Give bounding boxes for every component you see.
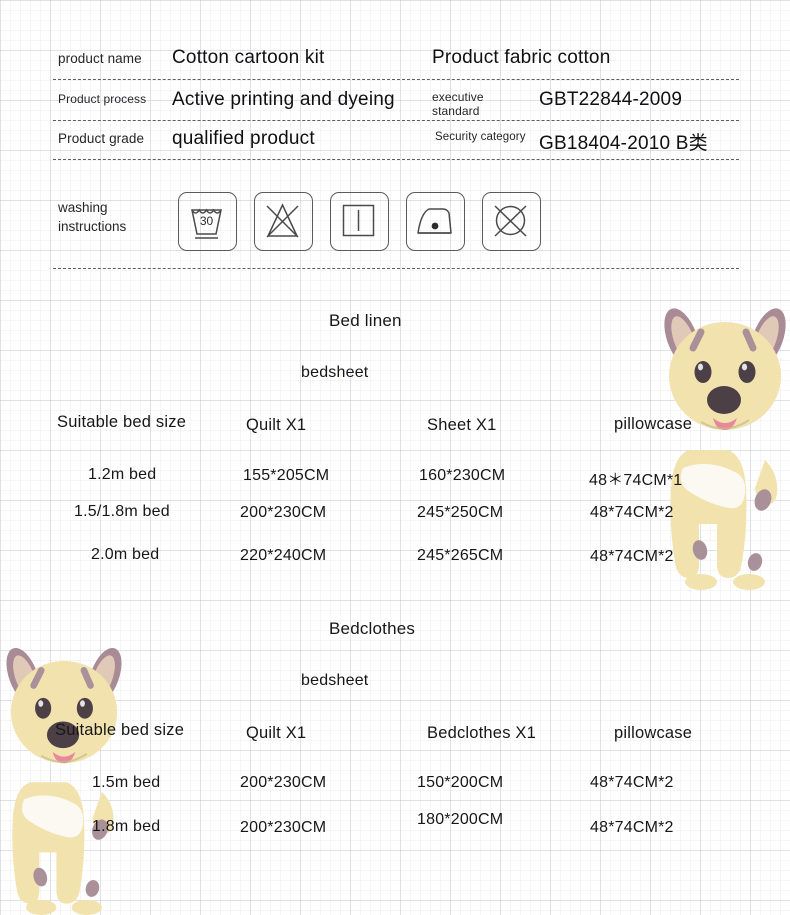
bedclothes-r2-bedclothes: 180*200CM bbox=[417, 811, 504, 828]
washing-instructions-label: washing instructions bbox=[58, 198, 168, 236]
table-bed-linen-title: Bed linen bbox=[329, 311, 402, 330]
iron-low-heat-icon bbox=[406, 192, 465, 251]
bed-linen-header-size: Suitable bed size bbox=[57, 413, 187, 431]
bed-linen-r1-quilt: 155*205CM bbox=[243, 467, 330, 484]
table-row: 1.5/1.8m bed bbox=[74, 503, 170, 520]
spec-value-executive-standard: GBT22844-2009 bbox=[539, 89, 683, 110]
bedclothes-r1-quilt: 200*230CM bbox=[240, 774, 327, 791]
table-row: 2.0m bed bbox=[91, 546, 160, 563]
table-row: 1.5m bed bbox=[92, 774, 161, 791]
bedclothes-r1-bedclothes: 150*200CM bbox=[417, 774, 504, 791]
do-not-tumble-dry-icon bbox=[482, 192, 541, 251]
bed-linen-header-sheet: Sheet X1 bbox=[427, 416, 497, 434]
spec-label-executive-standard: executive standard bbox=[432, 90, 484, 118]
spec-value-product-process: Active printing and dyeing bbox=[172, 89, 395, 110]
bed-linen-r2-pillowcase: 48*74CM*2 bbox=[590, 504, 674, 521]
executive-standard-line-1: executive bbox=[432, 90, 484, 104]
bedclothes-r2-quilt: 200*230CM bbox=[240, 819, 327, 836]
drip-dry-icon bbox=[330, 192, 389, 251]
wash-30-icon: 30 bbox=[178, 192, 237, 251]
cartoon-dog-mascot-right bbox=[655, 300, 790, 590]
spec-label-product-name: product name bbox=[58, 51, 142, 66]
bedclothes-header-bedclothes: Bedclothes X1 bbox=[427, 724, 537, 742]
executive-standard-line-2: standard bbox=[432, 104, 480, 118]
spec-value-security-category: GB18404-2010 B类 bbox=[539, 133, 708, 154]
bed-linen-r3-pillowcase: 48*74CM*2 bbox=[590, 548, 674, 565]
spec-divider-3 bbox=[53, 159, 739, 160]
bed-linen-r3-quilt: 220*240CM bbox=[240, 547, 327, 564]
table-bedclothes-subtitle: bedsheet bbox=[301, 672, 369, 689]
bed-linen-header-pillowcase: pillowcase bbox=[614, 415, 693, 433]
spec-divider-1 bbox=[53, 79, 739, 80]
spec-label-product-grade: Product grade bbox=[58, 131, 145, 146]
bedclothes-header-size: Suitable bed size bbox=[55, 721, 185, 739]
bed-linen-r2-quilt: 200*230CM bbox=[240, 504, 327, 521]
spec-label-security-category: Security category bbox=[435, 131, 526, 143]
bed-linen-r3-sheet: 245*265CM bbox=[417, 547, 504, 564]
spec-label-product-process: Product process bbox=[58, 92, 147, 106]
wash-temperature-text: 30 bbox=[200, 214, 214, 228]
spec-value-product-grade: qualified product bbox=[172, 128, 315, 149]
bedclothes-r2-pillowcase: 48*74CM*2 bbox=[590, 819, 674, 836]
washing-label-line-1: washing bbox=[58, 200, 108, 215]
spec-divider-2 bbox=[53, 120, 739, 121]
spec-value-product-name: Cotton cartoon kit bbox=[172, 47, 325, 68]
washing-divider bbox=[53, 268, 739, 269]
spec-value-product-fabric: Product fabric cotton bbox=[432, 47, 611, 68]
bedclothes-r1-pillowcase: 48*74CM*2 bbox=[590, 774, 674, 791]
washing-label-line-2: instructions bbox=[58, 219, 127, 234]
care-symbol-row: 30 bbox=[178, 192, 541, 251]
do-not-bleach-icon bbox=[254, 192, 313, 251]
bed-linen-r1-sheet: 160*230CM bbox=[419, 467, 506, 484]
table-row: 1.2m bed bbox=[88, 466, 157, 483]
bedclothes-header-pillowcase: pillowcase bbox=[614, 724, 693, 742]
bed-linen-r2-sheet: 245*250CM bbox=[417, 504, 504, 521]
product-spec-page: product name Cotton cartoon kit Product … bbox=[0, 0, 790, 915]
table-bedclothes-title: Bedclothes bbox=[329, 619, 416, 638]
bed-linen-r1-pillowcase: 48＊74CM*1 bbox=[589, 472, 683, 489]
bed-linen-header-quilt: Quilt X1 bbox=[246, 416, 307, 434]
table-bed-linen-subtitle: bedsheet bbox=[301, 364, 369, 381]
table-row: 1.8m bed bbox=[92, 818, 161, 835]
bedclothes-header-quilt: Quilt X1 bbox=[246, 724, 307, 742]
